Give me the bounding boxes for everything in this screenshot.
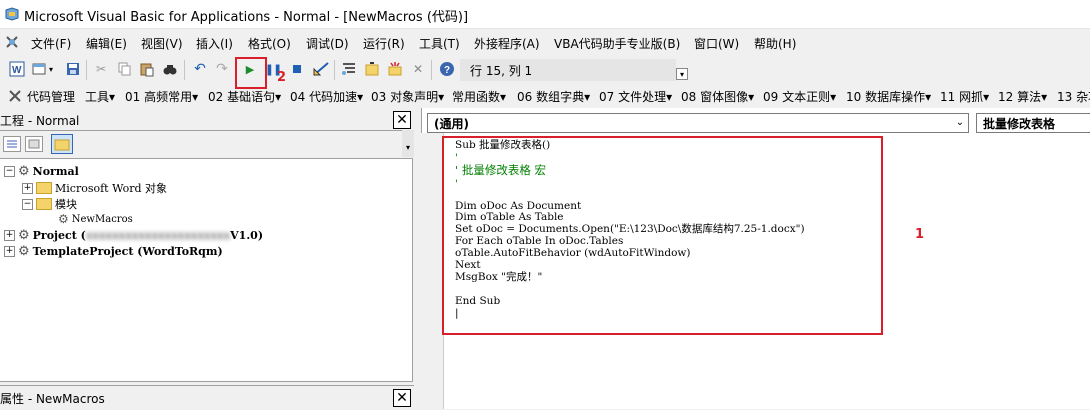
paste-icon[interactable] (138, 60, 156, 78)
stop-icon[interactable] (288, 60, 306, 78)
project-icon: ⚙ (18, 244, 30, 259)
collapse-icon[interactable]: − (4, 166, 15, 177)
project-tree: − ⚙ Normal + Microsoft Word 对象 − 模块 ⚙ Ne… (0, 158, 413, 382)
addin-04[interactable]: 04 代码加速▾ (290, 88, 363, 105)
expand-icon[interactable]: + (4, 246, 15, 257)
word-view-icon[interactable]: W (8, 60, 26, 78)
chevron-down-icon[interactable]: ⌄ (952, 114, 968, 132)
addin-10[interactable]: 10 数据库操作▾ (846, 88, 931, 105)
object-combo-value: (通用) (434, 117, 469, 131)
properties-window-icon[interactable] (363, 60, 381, 78)
menu-edit[interactable]: 编辑(E) (86, 35, 127, 52)
scroll-down-icon[interactable]: ▾ (403, 143, 413, 153)
tree-item-project[interactable]: + ⚙ Project ( xxxxxxxxxxxxxxxxxxxxxx V1.… (4, 228, 263, 243)
properties-pane-titlebar: 属性 - NewMacros ✕ (0, 385, 414, 410)
help-icon[interactable]: ? (438, 60, 456, 78)
module-icon: ⚙ (58, 212, 69, 226)
design-mode-icon[interactable] (312, 60, 330, 78)
procedure-combo[interactable]: 批量修改表格 (976, 113, 1090, 133)
code-margin[interactable] (421, 133, 444, 409)
close-icon[interactable]: ✕ (393, 389, 411, 407)
addin-code-manager[interactable]: 代码管理 (27, 88, 75, 105)
annotation-box-code (442, 136, 883, 335)
toolbar-options-icon[interactable]: ▾ (676, 68, 688, 80)
addin-common-functions[interactable]: 常用函数▾ (452, 88, 506, 105)
menu-help[interactable]: 帮助(H) (754, 35, 796, 52)
project-icon: ⚙ (18, 228, 30, 243)
cursor-position: 行 15, 列 1 (470, 64, 533, 78)
project-pane-title: 工程 - Normal (0, 114, 80, 128)
project-pane-titlebar: 工程 - Normal ✕ (0, 110, 414, 131)
dropdown-arrow-icon[interactable]: ▾ (46, 60, 56, 78)
menu-file[interactable]: 文件(F) (31, 35, 71, 52)
title-bar: Microsoft Visual Basic for Applications … (0, 0, 1090, 29)
vba-app-icon (5, 7, 19, 21)
object-browser-icon[interactable] (386, 60, 404, 78)
view-object-icon[interactable] (25, 136, 43, 152)
menu-addins[interactable]: 外接程序(A) (474, 35, 540, 52)
standard-toolbar: W ▾ ✂ ↶ ↷ ▶ ❚❚ ✕ ? 行 15, 列 1 ▾ (0, 56, 690, 84)
addin-07[interactable]: 07 文件处理▾ (599, 88, 672, 105)
cut-icon[interactable]: ✂ (92, 60, 110, 78)
addin-11[interactable]: 11 网抓▾ (940, 88, 989, 105)
svg-text:?: ? (444, 65, 450, 76)
annotation-label-1: 1 (915, 227, 925, 242)
undo-icon[interactable]: ↶ (191, 60, 209, 78)
close-icon[interactable]: ✕ (393, 111, 411, 129)
collapse-icon[interactable]: − (22, 198, 33, 210)
tree-item-word-objects[interactable]: + Microsoft Word 对象 (22, 180, 167, 196)
expand-icon[interactable]: + (22, 182, 33, 194)
tree-item-newmacros[interactable]: ⚙ NewMacros (58, 212, 133, 226)
save-icon[interactable] (64, 60, 82, 78)
menu-bar: 文件(F) 编辑(E) 视图(V) 插入(I) 格式(O) 调试(D) 运行(R… (0, 29, 1090, 55)
menu-vba-helper[interactable]: VBA代码助手专业版(B) (554, 35, 680, 52)
menu-debug[interactable]: 调试(D) (306, 35, 349, 52)
window-title: Microsoft Visual Basic for Applications … (24, 10, 469, 25)
tree-item-normal[interactable]: − ⚙ Normal (4, 164, 79, 179)
addin-tools[interactable]: 工具▾ (85, 88, 115, 105)
addin-02[interactable]: 02 基础语句▾ (208, 88, 281, 105)
expand-icon[interactable]: + (4, 230, 15, 241)
addin-01[interactable]: 01 高频常用▾ (125, 88, 198, 105)
pane-splitter[interactable] (414, 108, 421, 409)
view-code-icon[interactable] (3, 136, 21, 152)
procedure-combo-value: 批量修改表格 (983, 117, 1056, 131)
addin-toolbar: 代码管理 工具▾ 01 高频常用▾ 02 基础语句▾ 04 代码加速▾ 03 对… (0, 84, 1090, 106)
annotation-box-run (235, 57, 267, 89)
copy-icon[interactable] (115, 60, 133, 78)
annotation-label-2: 2 (277, 70, 287, 85)
addin-06[interactable]: 06 数组字典▾ (517, 88, 590, 105)
menu-insert[interactable]: 插入(I) (196, 35, 233, 52)
menu-format[interactable]: 格式(O) (248, 35, 291, 52)
addin-12[interactable]: 12 算法▾ (998, 88, 1047, 105)
menu-view[interactable]: 视图(V) (141, 35, 183, 52)
project-icon: ⚙ (18, 164, 30, 179)
open-folder-icon (36, 198, 52, 210)
toolbox-icon[interactable]: ✕ (409, 60, 427, 78)
object-combo[interactable]: (通用) ⌄ (427, 113, 969, 133)
addin-13[interactable]: 13 杂项 (1057, 88, 1090, 105)
tree-item-modules[interactable]: − 模块 (22, 196, 77, 212)
toggle-folders-icon[interactable] (51, 134, 73, 154)
addin-03[interactable]: 03 对象声明▾ (371, 88, 444, 105)
vba-menu-icon[interactable] (4, 34, 20, 50)
addin-08[interactable]: 08 窗体图像▾ (681, 88, 754, 105)
properties-pane-title: 属性 - NewMacros (0, 392, 105, 406)
menu-run[interactable]: 运行(R) (363, 35, 405, 52)
addin-09[interactable]: 09 文本正则▾ (763, 88, 836, 105)
menu-tools[interactable]: 工具(T) (419, 35, 460, 52)
project-pane-toolbar (0, 131, 414, 157)
folder-icon (36, 182, 52, 194)
redo-icon[interactable]: ↷ (213, 60, 231, 78)
code-manager-icon (9, 90, 21, 102)
project-explorer-icon[interactable] (340, 60, 358, 78)
svg-text:W: W (12, 65, 22, 76)
menu-window[interactable]: 窗口(W) (694, 35, 739, 52)
find-icon[interactable] (161, 60, 179, 78)
tree-item-templateproject[interactable]: + ⚙ TemplateProject (WordToRqm) (4, 244, 223, 259)
